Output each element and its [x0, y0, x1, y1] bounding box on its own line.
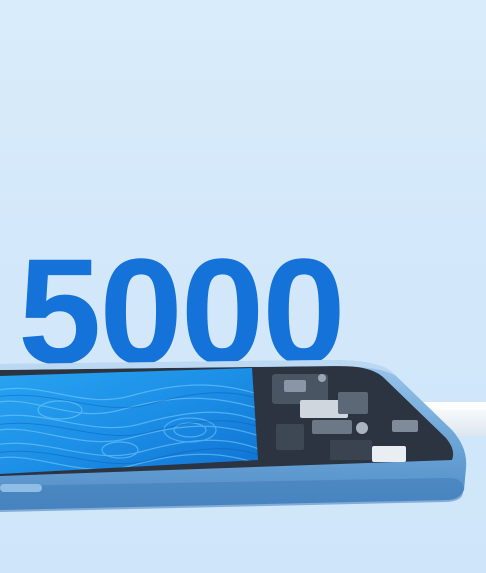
- side-button-icon: [0, 484, 42, 492]
- phone-illustration: [0, 360, 486, 512]
- product-banner: 5000: [0, 0, 486, 573]
